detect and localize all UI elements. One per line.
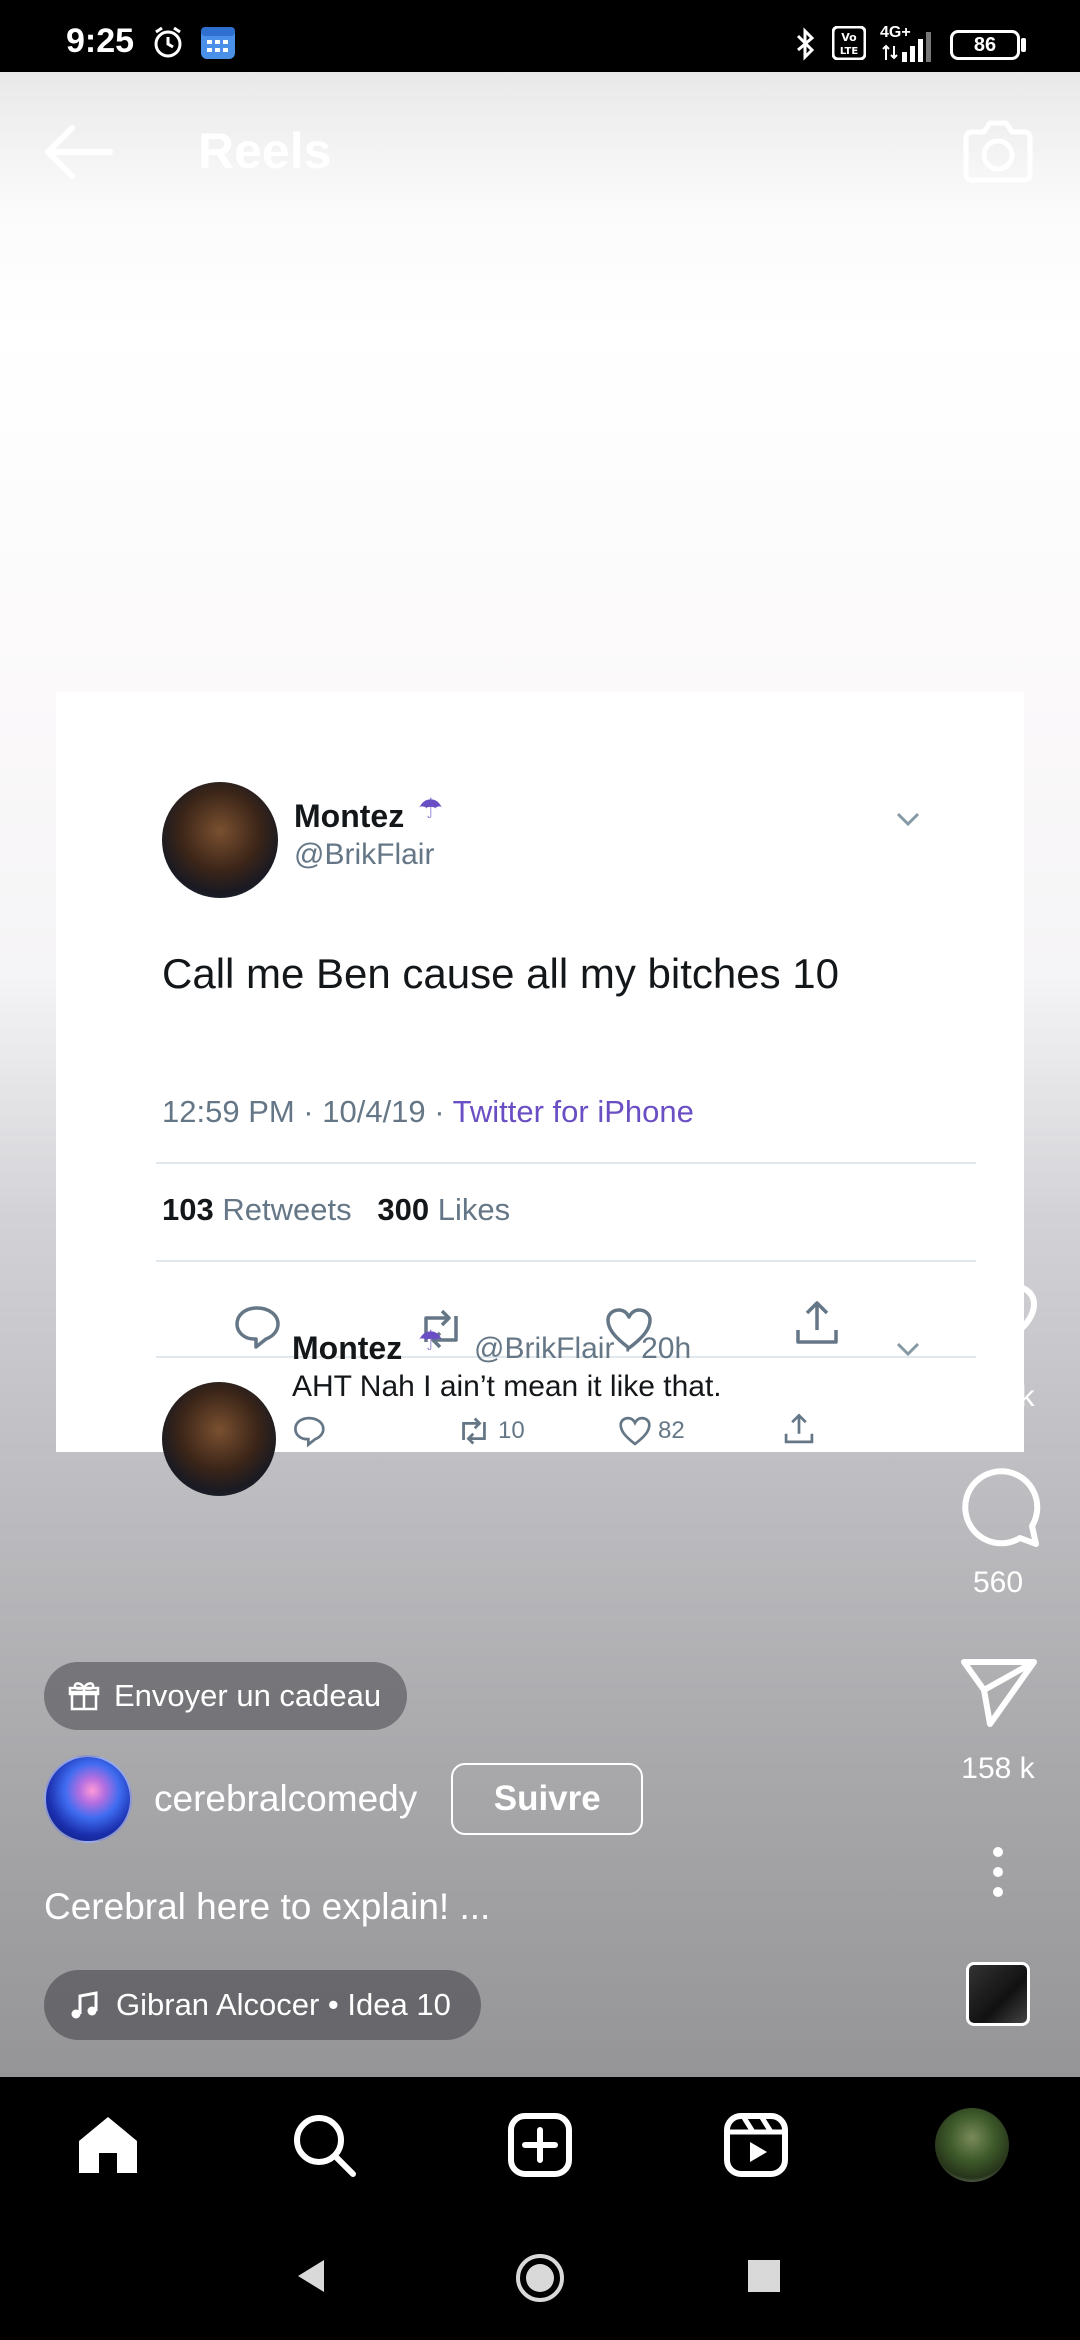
alarm-icon [154, 26, 182, 58]
gift-icon [68, 1682, 100, 1711]
camera-icon[interactable] [960, 118, 1036, 186]
system-recents-icon[interactable] [746, 2258, 782, 2294]
creator-row: cerebralcomedy Suivre [44, 1754, 644, 1844]
send-gift-button[interactable]: Envoyer un cadeau [44, 1662, 408, 1730]
bluetooth-icon [796, 27, 815, 61]
gift-label: Envoyer un cadeau [114, 1678, 382, 1713]
tweet-timestamp: 12:59 PM · 10/4/19 · Twitter for iPhone [162, 1094, 694, 1130]
battery-tip [1021, 38, 1026, 52]
creator-username[interactable]: cerebralcomedy [154, 1778, 417, 1820]
profile-avatar [935, 2108, 1009, 2182]
nav-create[interactable] [502, 2107, 578, 2183]
reply-author-handle: @BrikFlair · 20h [474, 1332, 692, 1365]
like-label: Likes [429, 1192, 511, 1227]
nav-search[interactable] [286, 2107, 362, 2183]
umbrella-emoji-icon: ☂ [418, 1325, 444, 1356]
tweet-stats: 103 Retweets 300 Likes [162, 1192, 510, 1228]
divider [156, 1260, 976, 1262]
share-icon [784, 1413, 814, 1444]
retweet-icon [462, 1417, 486, 1445]
tweet-author-avatar [162, 782, 278, 898]
reply-retweet-count: 10 [498, 1417, 525, 1444]
comment-icon[interactable] [950, 1464, 1046, 1548]
comment-count: 560 [972, 1566, 1024, 1599]
volte-icon: Vo LTE [832, 26, 866, 60]
creator-avatar[interactable] [44, 1755, 132, 1843]
reels-icon [724, 2113, 788, 2177]
reply-share-action [782, 1412, 816, 1446]
signal-icon [882, 32, 931, 62]
umbrella-emoji-icon: ☂ [418, 793, 444, 824]
reply-like-action: 82 [618, 1414, 685, 1448]
heart-icon [619, 1416, 651, 1446]
system-back-icon[interactable] [292, 2256, 332, 2296]
reels-header: Reels [0, 72, 1080, 222]
tweet-author-name: Montez [294, 798, 405, 834]
reply-icon [235, 1306, 280, 1349]
retweet-count: 103 [162, 1192, 214, 1227]
send-icon[interactable] [950, 1654, 1046, 1730]
reply-author-name: Montez [292, 1330, 403, 1366]
status-bar: 9:25 Vo LTE 4G+ 86 [0, 0, 1080, 72]
add-post-icon [508, 2113, 572, 2177]
share-icon [796, 1301, 838, 1344]
audio-label: Gibran Alcocer • Idea 10 [116, 1987, 451, 2022]
like-count: 199 k [961, 1380, 1035, 1413]
reply-retweet-action: 10 [456, 1414, 525, 1448]
battery-indicator: 86 [950, 30, 1020, 60]
chevron-down-icon [896, 1342, 920, 1356]
retweet-label: Retweets [213, 1192, 352, 1227]
nav-home[interactable] [70, 2107, 146, 2183]
nav-reels[interactable] [718, 2107, 794, 2183]
tweet-author-handle: @BrikFlair [294, 838, 435, 871]
home-icon [79, 2117, 137, 2173]
reply-icon [294, 1416, 325, 1447]
back-arrow-icon[interactable] [40, 122, 120, 182]
audio-thumbnail[interactable] [966, 1962, 1030, 2026]
system-home-icon[interactable] [514, 2252, 566, 2304]
reply-like-count: 82 [658, 1417, 685, 1444]
reply-reply-action [292, 1414, 326, 1448]
svg-text:LTE: LTE [840, 46, 859, 57]
bottom-nav [0, 2077, 1080, 2212]
page-title: Reels [198, 123, 332, 179]
reply-author-avatar [162, 1382, 276, 1496]
calendar-icon [201, 27, 235, 59]
like-count: 300 [377, 1192, 430, 1227]
like-heart-icon[interactable] [950, 1282, 1046, 1354]
tweet-card: Montez ☂ @BrikFlair Call me Ben cause al… [56, 692, 1024, 1496]
divider [156, 1162, 976, 1164]
search-icon [294, 2115, 356, 2177]
tweet-time: 12:59 PM · 10/4/19 · [162, 1094, 453, 1129]
tweet-text: Call me Ben cause all my bitches 10 [162, 950, 839, 997]
chevron-down-icon [896, 812, 920, 826]
nav-profile[interactable] [934, 2107, 1010, 2183]
reel-caption[interactable]: Cerebral here to explain! ... [44, 1886, 490, 1928]
reply-text: AHT Nah I ain’t mean it like that. [292, 1370, 722, 1403]
tweet-source: Twitter for iPhone [452, 1094, 694, 1129]
system-nav-bar [0, 2212, 1080, 2340]
status-time: 9:25 [66, 22, 135, 60]
more-options-icon[interactable] [950, 1846, 1046, 1898]
audio-button[interactable]: Gibran Alcocer • Idea 10 [44, 1970, 481, 2040]
svg-text:Vo: Vo [841, 31, 857, 44]
share-count: 158 k [961, 1752, 1035, 1785]
follow-button[interactable]: Suivre [451, 1763, 644, 1835]
music-note-icon [71, 1991, 98, 2019]
reel-video[interactable]: Reels Montez ☂ @BrikFlair Call me Ben ca… [0, 72, 1080, 2077]
